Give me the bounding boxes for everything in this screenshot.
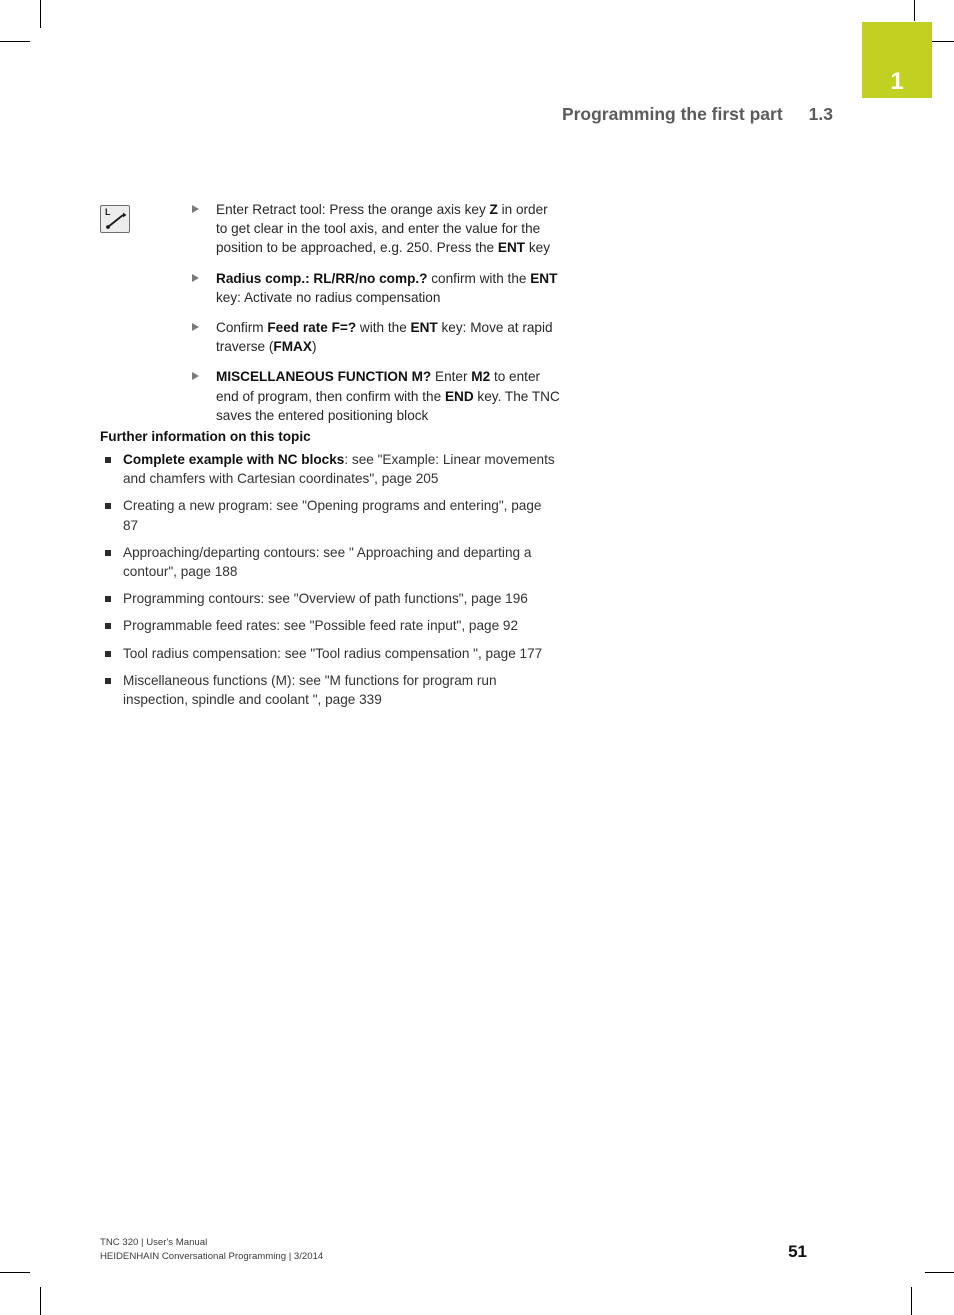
body-text: ) [311, 339, 317, 355]
section-number: 1.3 [808, 104, 833, 124]
body-text: key: Activate no radius compensation [216, 289, 441, 305]
emphasis-text: ENT [497, 240, 526, 256]
footer-line-1: TNC 320 | User's Manual [100, 1237, 208, 1248]
square-bullet-icon [105, 596, 111, 603]
further-information-item: Complete example with NC blocks: see "Ex… [100, 450, 560, 488]
page-footer: TNC 320 | User's Manual HEIDENHAIN Conve… [100, 1236, 860, 1263]
straight-line-L-key-icon: L [100, 205, 130, 233]
crop-mark-bottom-right-vertical [911, 1287, 912, 1315]
body-text: Tool radius compensation: see "Tool radi… [123, 645, 543, 661]
emphasis-text: Radius comp.: RL/RR/no comp.? [216, 270, 428, 286]
triangle-bullet-icon [192, 323, 199, 332]
body-text: with the [356, 320, 411, 336]
document-page: 1 Programming the first part 1.3 L Enter … [0, 0, 954, 1315]
procedure-steps-list: Enter Retract tool: Press the orange axi… [192, 200, 560, 425]
footer-imprint: TNC 320 | User's Manual HEIDENHAIN Conve… [100, 1236, 860, 1263]
square-bullet-icon [105, 549, 111, 556]
key-icon-glyph [106, 212, 127, 229]
further-information-item: Tool radius compensation: see "Tool radi… [100, 644, 560, 663]
triangle-bullet-icon [192, 205, 199, 213]
square-bullet-icon [105, 457, 111, 463]
body-text: Enter [431, 369, 472, 385]
further-information-item: Miscellaneous functions (M): see "M func… [100, 671, 560, 709]
further-information-item: Approaching/departing contours: see " Ap… [100, 543, 560, 581]
emphasis-text: Complete example with NC blocks [123, 452, 345, 467]
chapter-tab: 1 [862, 22, 932, 98]
body-text: Programmable feed rates: see "Possible f… [123, 618, 519, 634]
square-bullet-icon [105, 677, 111, 684]
body-text: Creating a new program: see "Opening pro… [123, 498, 542, 533]
emphasis-text: Feed rate F=? [267, 320, 357, 336]
emphasis-text: FMAX [273, 339, 312, 355]
page-number: 51 [788, 1242, 807, 1261]
emphasis-text: END [444, 388, 474, 404]
procedure-step: Radius comp.: RL/RR/no comp.? confirm wi… [192, 269, 560, 307]
chapter-number: 1 [890, 68, 904, 95]
crop-mark-bottom-left-horizontal [0, 1272, 30, 1273]
key-icon-container: L [100, 205, 132, 235]
further-information-item: Programmable feed rates: see "Possible f… [100, 616, 560, 635]
running-header: Programming the first part 1.3 [0, 104, 833, 125]
footer-line-2: HEIDENHAIN Conversational Programming | … [100, 1250, 324, 1262]
body-text: Approaching/departing contours: see " Ap… [123, 544, 532, 580]
emphasis-text: ENT [410, 320, 438, 336]
body-text: Programming contours: see "Overview of p… [123, 591, 528, 607]
procedure-step: Confirm Feed rate F=? with the ENT key: … [192, 318, 560, 356]
body-text: Enter Retract tool: Press the orange axi… [216, 202, 490, 217]
triangle-bullet-icon [192, 273, 199, 282]
crop-mark-bottom-left-vertical [40, 1287, 41, 1315]
crop-mark-top-right-vertical [914, 0, 915, 21]
triangle-bullet-icon [192, 372, 199, 381]
further-information-item: Creating a new program: see "Opening pro… [100, 496, 560, 534]
body-text: key [525, 240, 551, 256]
crop-mark-top-left-horizontal [0, 41, 30, 42]
emphasis-text: Z [489, 202, 498, 217]
crop-mark-top-right-horizontal [932, 41, 954, 42]
emphasis-text: M2 [471, 369, 491, 385]
body-text: Confirm [216, 320, 268, 336]
further-information-item: Programming contours: see "Overview of p… [100, 589, 560, 608]
procedure-step: Enter Retract tool: Press the orange axi… [192, 200, 560, 258]
square-bullet-icon [105, 623, 111, 630]
procedure-step: MISCELLANEOUS FUNCTION M? Enter M2 to en… [192, 367, 560, 425]
crop-mark-top-left-vertical [40, 0, 41, 28]
square-bullet-icon [105, 503, 111, 510]
body-text: confirm with the [427, 270, 531, 286]
body-text: Miscellaneous functions (M): see "M func… [123, 672, 497, 708]
further-information-list: Complete example with NC blocks: see "Ex… [100, 450, 560, 709]
page-title: Programming the first part [561, 104, 783, 124]
square-bullet-icon [105, 650, 111, 657]
crop-mark-bottom-right-horizontal [925, 1272, 954, 1273]
emphasis-text: ENT [530, 270, 558, 286]
emphasis-text: MISCELLANEOUS FUNCTION M? [216, 369, 432, 385]
further-information-heading: Further information on this topic [100, 429, 311, 444]
